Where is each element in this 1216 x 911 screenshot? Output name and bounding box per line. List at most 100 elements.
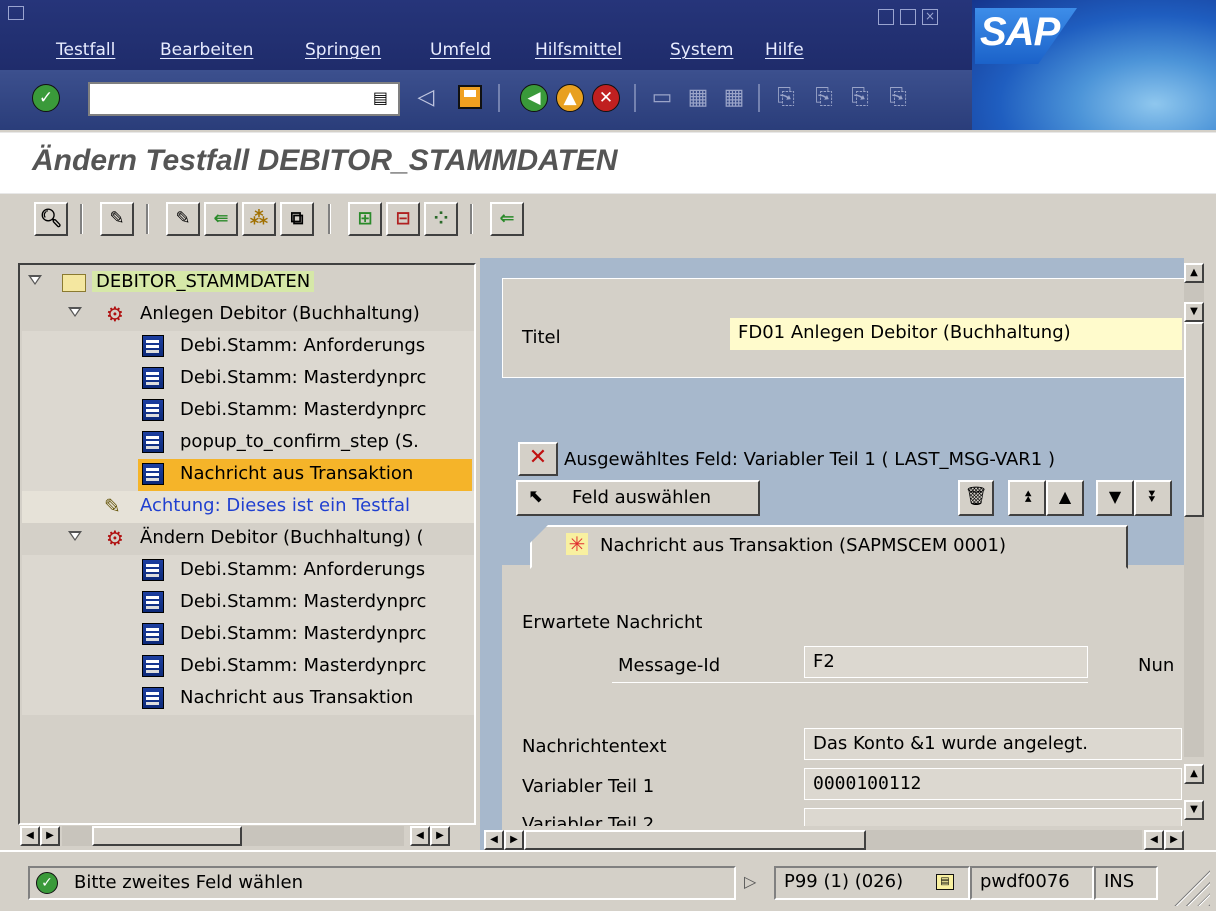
cursor-icon: ⬉ xyxy=(528,486,544,507)
tree-node-screen[interactable]: popup_to_confirm_step (S. xyxy=(22,427,474,459)
tree-node-screen[interactable]: Debi.Stamm: Masterdynprc xyxy=(22,395,474,427)
delete-row-icon[interactable]: ⊟ xyxy=(386,202,420,236)
tree-scroll-right-button[interactable]: ▶ xyxy=(40,826,60,846)
copy-icon[interactable]: ⧉ xyxy=(280,202,314,236)
previous-entry-icon[interactable]: ▲ xyxy=(1046,480,1084,516)
back-icon[interactable]: ◀ xyxy=(520,84,548,112)
tab-nachricht[interactable]: ✳ Nachricht aus Transaktion (SAPMSCEM 00… xyxy=(530,525,1128,569)
tree-node-label: Ändern Debitor (Buchhaltung) ( xyxy=(140,527,424,548)
close-window-button[interactable]: × xyxy=(922,9,938,25)
tree-scroll-left2-button[interactable]: ◀ xyxy=(410,826,430,846)
detail-scroll-left2-button[interactable]: ◀ xyxy=(1144,830,1164,850)
folder-icon xyxy=(62,274,86,292)
status-session-text: P99 (1) (026) xyxy=(784,871,904,892)
message-text-label: Nachrichtentext xyxy=(522,736,667,757)
next-entry-icon[interactable]: ▼ xyxy=(1096,480,1134,516)
command-field[interactable]: ▤ xyxy=(88,82,400,116)
outer-vscroll-track[interactable] xyxy=(1184,517,1204,757)
message-text-field[interactable]: Das Konto &1 wurde angelegt. xyxy=(804,728,1182,760)
tree-scroll-left-button[interactable]: ◀ xyxy=(20,826,40,846)
tree-node-transaction[interactable]: ⚙ Anlegen Debitor (Buchhaltung) xyxy=(22,299,474,331)
var1-field[interactable]: 0000100112 xyxy=(804,768,1182,800)
import-icon[interactable]: ⇚ xyxy=(204,202,238,236)
tree-node-note[interactable]: ✎ Achtung: Dieses ist ein Testfal xyxy=(22,491,474,523)
detail-scroll-up-button[interactable]: ▲ xyxy=(1184,263,1204,283)
detail-vscroll-thumb[interactable] xyxy=(1184,322,1204,517)
menu-hilfe[interactable]: Hilfe xyxy=(765,40,804,60)
menu-springen[interactable]: Springen xyxy=(305,40,381,60)
tree-node-screen[interactable]: Debi.Stamm: Masterdynprc xyxy=(22,619,474,651)
tree-node-label: Anlegen Debitor (Buchhaltung) xyxy=(140,303,420,324)
menu-system[interactable]: System xyxy=(670,40,733,60)
first-entry-icon[interactable]: ⏫︎ xyxy=(1008,480,1046,516)
status-session: P99 (1) (026) ▤ xyxy=(774,866,970,900)
back-arrow-icon[interactable]: ⇐ xyxy=(490,202,524,236)
tree-node-label: popup_to_confirm_step (S. xyxy=(180,431,419,452)
tree-node-screen[interactable]: Debi.Stamm: Masterdynprc xyxy=(22,651,474,683)
save-icon[interactable] xyxy=(458,85,482,109)
display-icon[interactable]: 🔍︎ xyxy=(34,202,68,236)
tree-node-transaction[interactable]: ⚙ Ändern Debitor (Buchhaltung) ( xyxy=(22,523,474,555)
edit-icon[interactable]: ✎ xyxy=(166,202,200,236)
variants-icon[interactable]: ⁘ xyxy=(424,202,458,236)
status-mode[interactable]: INS xyxy=(1094,866,1158,900)
next-page-icon: ⎘ xyxy=(851,85,869,110)
selected-field-text: Ausgewähltes Feld: Variabler Teil 1 ( LA… xyxy=(564,449,1056,470)
screen-icon xyxy=(142,399,164,421)
panel-scroll-down-button[interactable]: ▼ xyxy=(1184,800,1204,820)
menu-bearbeiten[interactable]: Bearbeiten xyxy=(160,40,253,60)
status-message-text: Bitte zweites Feld wählen xyxy=(74,872,303,893)
var2-field[interactable] xyxy=(804,808,1182,826)
panel-scroll-up-button[interactable]: ▲ xyxy=(1184,764,1204,784)
screen-icon xyxy=(142,367,164,389)
menu-umfeld[interactable]: Umfeld xyxy=(430,40,491,60)
titel-field[interactable]: FD01 Anlegen Debitor (Buchhaltung) xyxy=(730,318,1182,350)
transaction-gear-icon: ⚙ xyxy=(106,302,124,326)
detail-hscroll-thumb[interactable] xyxy=(524,830,866,850)
transaction-gear-icon: ⚙ xyxy=(106,526,124,550)
exit-icon[interactable]: ▲ xyxy=(556,84,584,112)
tree-root[interactable]: DEBITOR_STAMMDATEN xyxy=(22,267,474,299)
detail-scroll-left-button[interactable]: ◀ xyxy=(484,830,504,850)
tree-node-screen[interactable]: Debi.Stamm: Anforderungs xyxy=(22,555,474,587)
detail-scroll-down-button[interactable]: ▼ xyxy=(1184,302,1204,322)
message-id-field[interactable]: F2 xyxy=(804,646,1088,678)
session-info-icon[interactable]: ▤ xyxy=(936,874,954,890)
maximize-button[interactable] xyxy=(900,9,916,25)
status-expand-icon[interactable]: ▷ xyxy=(744,872,756,891)
remove-selection-icon[interactable]: ✕ xyxy=(518,442,558,476)
enter-icon[interactable]: ✓ xyxy=(32,84,60,112)
tree-node-label: Debi.Stamm: Masterdynprc xyxy=(180,623,427,644)
status-message[interactable]: ✓ Bitte zweites Feld wählen xyxy=(28,866,736,900)
tree-node-label: Nachricht aus Transaktion xyxy=(180,687,414,708)
detail-scroll-right-button[interactable]: ▶ xyxy=(504,830,524,850)
tree-hscroll-thumb[interactable] xyxy=(92,826,242,846)
last-entry-icon[interactable]: ⏬︎ xyxy=(1134,480,1172,516)
hierarchy-icon[interactable]: ⁂ xyxy=(242,202,276,236)
trash-icon[interactable]: 🗑︎ xyxy=(958,480,994,516)
print-icon: ▭ xyxy=(651,85,673,110)
tree-node-screen[interactable]: Debi.Stamm: Masterdynprc xyxy=(22,587,474,619)
change-icon[interactable]: ✎ xyxy=(100,202,134,236)
tree-node-screen[interactable]: Debi.Stamm: Anforderungs xyxy=(22,331,474,363)
tab-label: Nachricht aus Transaktion (SAPMSCEM 0001… xyxy=(600,535,1006,556)
select-field-button[interactable]: ⬉ Feld auswählen xyxy=(516,480,760,516)
detail-scroll-right2-button[interactable]: ▶ xyxy=(1164,830,1184,850)
menu-hilfsmittel[interactable]: Hilfsmittel xyxy=(535,40,622,60)
tree-scroll-right2-button[interactable]: ▶ xyxy=(430,826,450,846)
screen-icon xyxy=(142,687,164,709)
tree-node-selected[interactable]: Nachricht aus Transaktion xyxy=(22,459,474,491)
minimize-button[interactable] xyxy=(878,9,894,25)
divider xyxy=(612,682,1088,683)
collapse-left-icon[interactable]: ◁ xyxy=(412,84,440,112)
menu-testfall[interactable]: Testfall xyxy=(56,40,115,60)
detail-hscroll-track[interactable] xyxy=(866,830,1142,850)
tree-root-label: DEBITOR_STAMMDATEN xyxy=(92,271,315,292)
window-menu-icon[interactable] xyxy=(8,6,24,20)
cancel-icon[interactable]: ✕ xyxy=(592,84,620,112)
tree-node-screen[interactable]: Debi.Stamm: Masterdynprc xyxy=(22,363,474,395)
command-history-icon[interactable]: ▤ xyxy=(373,88,388,107)
tree-node-label: Debi.Stamm: Masterdynprc xyxy=(180,367,427,388)
insert-row-icon[interactable]: ⊞ xyxy=(348,202,382,236)
tree-node-screen[interactable]: Nachricht aus Transaktion xyxy=(22,683,474,715)
